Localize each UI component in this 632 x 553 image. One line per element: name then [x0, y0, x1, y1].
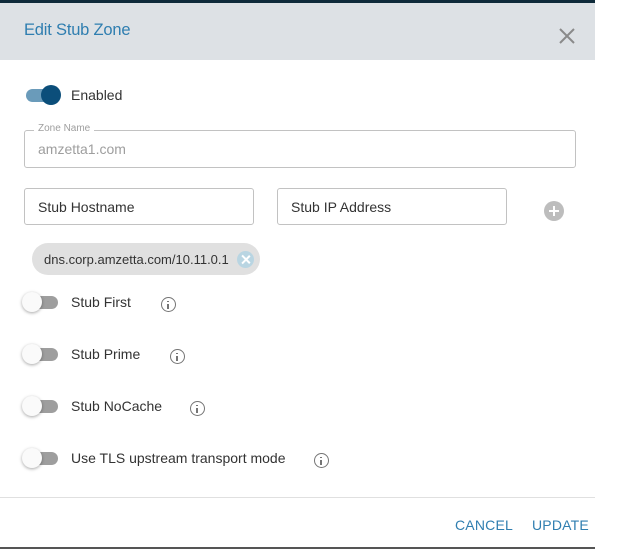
enabled-label: Enabled — [71, 87, 123, 103]
update-button[interactable]: UPDATE — [532, 517, 589, 533]
toggle-thumb — [22, 292, 42, 312]
use-tls-label: Use TLS upstream transport mode — [71, 450, 286, 466]
info-icon[interactable] — [161, 297, 176, 312]
info-icon[interactable] — [190, 401, 205, 416]
zone-name-label: Zone Name — [34, 123, 95, 134]
info-icon[interactable] — [170, 349, 185, 364]
toggle-thumb — [22, 396, 42, 416]
chip-label: dns.corp.amzetta.com/10.11.0.1 — [44, 251, 229, 267]
stub-hostname-field[interactable] — [24, 188, 254, 225]
edit-stub-zone-dialog: Edit Stub Zone Enabled Zone Name dns.cor… — [0, 0, 595, 549]
add-circle-icon[interactable] — [544, 201, 564, 221]
stub-entry-chip: dns.corp.amzetta.com/10.11.0.1 — [32, 243, 260, 275]
stub-prime-toggle[interactable] — [22, 343, 60, 365]
stub-first-toggle[interactable] — [22, 291, 60, 313]
stub-prime-label: Stub Prime — [71, 346, 141, 362]
cancel-button[interactable]: CANCEL — [455, 517, 513, 533]
chip-remove-icon[interactable] — [236, 250, 254, 268]
dialog-header: Edit Stub Zone — [0, 3, 595, 60]
stub-ip-input[interactable] — [278, 189, 506, 224]
close-button[interactable] — [556, 25, 578, 47]
enabled-toggle[interactable] — [24, 84, 62, 106]
dialog-title: Edit Stub Zone — [24, 21, 131, 39]
toggle-thumb — [41, 85, 61, 105]
toggle-thumb — [22, 344, 42, 364]
stub-nocache-label: Stub NoCache — [71, 398, 163, 414]
close-icon — [559, 28, 575, 44]
stub-ip-field[interactable] — [277, 188, 507, 225]
zone-name-field[interactable]: Zone Name — [24, 123, 576, 168]
stub-first-label: Stub First — [71, 294, 131, 310]
zone-name-input[interactable] — [25, 131, 575, 167]
footer-divider — [0, 497, 595, 498]
info-icon[interactable] — [314, 453, 329, 468]
stub-hostname-input[interactable] — [25, 189, 253, 224]
toggle-thumb — [22, 448, 42, 468]
stub-nocache-toggle[interactable] — [22, 395, 60, 417]
use-tls-toggle[interactable] — [22, 447, 60, 469]
